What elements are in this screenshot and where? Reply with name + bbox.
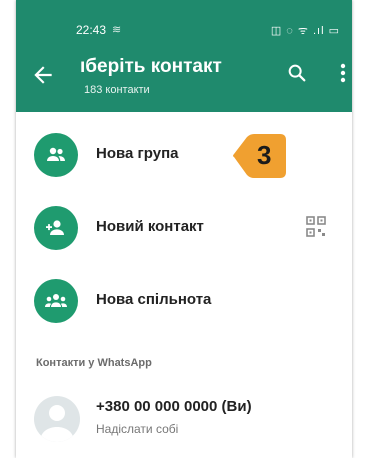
add-person-icon [34, 206, 78, 250]
search-icon[interactable] [286, 62, 308, 84]
contacts-count: 183 контакти [84, 84, 150, 96]
step-number: 3 [257, 140, 272, 170]
qr-code-icon[interactable] [306, 216, 326, 238]
app-bar: 22:43 ≋ ◫ ◌ ᯤ .ıl ▭ ıберіть контакт 183 … [16, 0, 352, 112]
avatar [34, 396, 80, 442]
step-badge: 3 [232, 130, 288, 182]
contact-row-self[interactable]: +380 00 000 0000 (Ви) Надіслати собі [16, 383, 352, 453]
new-community-label: Нова спільнота [96, 291, 212, 308]
section-header: Контакти у WhatsApp [36, 357, 152, 369]
notification-icon: ≋ [112, 24, 122, 36]
contact-subtitle: Надіслати собі [96, 422, 179, 436]
phone-screen: 22:43 ≋ ◫ ◌ ᯤ .ıl ▭ ıберіть контакт 183 … [16, 0, 352, 458]
new-contact-row[interactable]: Новий контакт [16, 193, 352, 263]
group-icon [34, 133, 78, 177]
contact-name: +380 00 000 0000 (Ви) [96, 398, 252, 415]
more-options-icon[interactable] [338, 62, 348, 84]
new-group-label: Нова група [96, 145, 179, 162]
status-icons: ◫ ◌ ᯤ .ıl ▭ [270, 25, 340, 37]
back-arrow-icon[interactable] [30, 62, 56, 88]
new-group-row[interactable]: Нова група [16, 120, 352, 190]
new-contact-label: Новий контакт [96, 218, 204, 235]
new-community-row[interactable]: Нова спільнота [16, 266, 352, 336]
status-time: 22:43 [76, 23, 107, 37]
page-title: ıберіть контакт [80, 56, 222, 77]
community-icon [34, 279, 78, 323]
